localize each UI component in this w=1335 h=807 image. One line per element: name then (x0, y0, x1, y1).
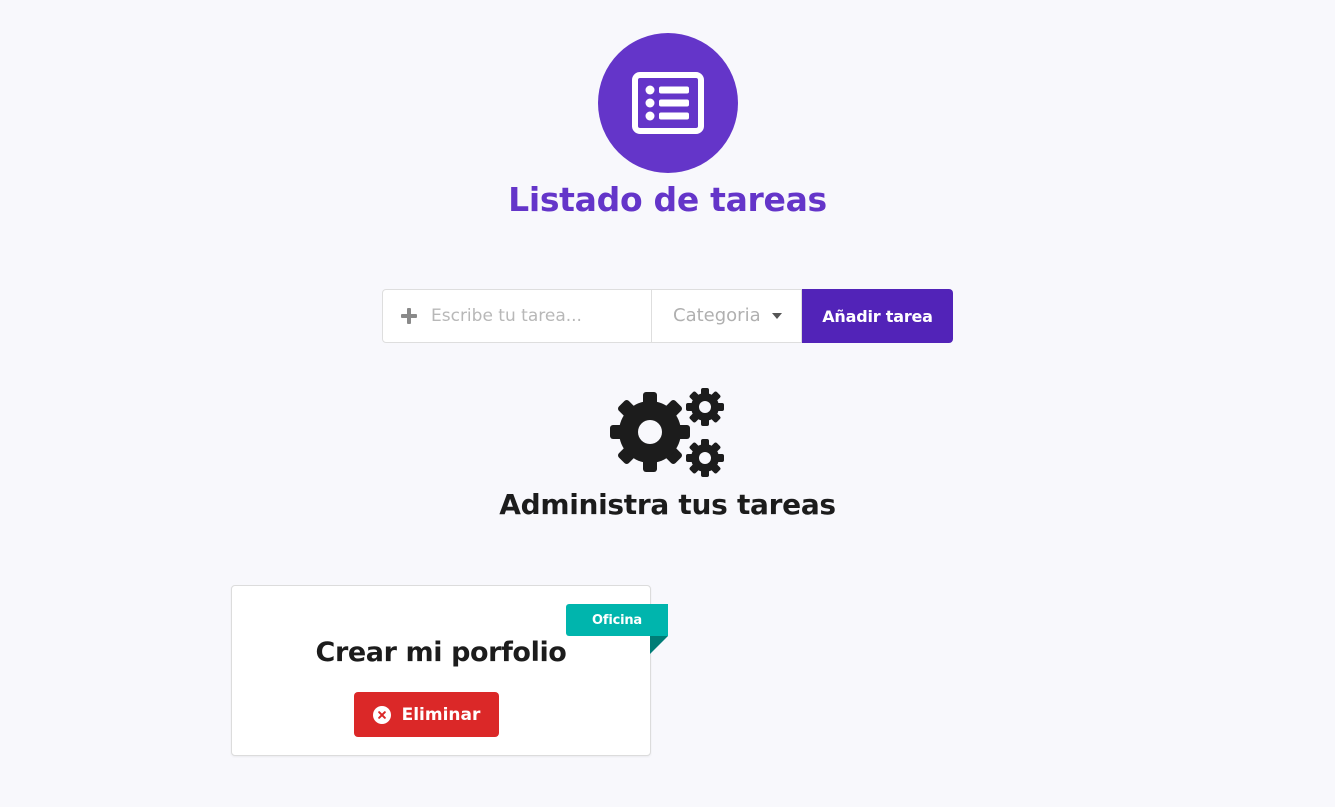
plus-icon (401, 308, 417, 324)
add-task-button[interactable]: Añadir tarea (802, 289, 953, 343)
delete-label: Eliminar (401, 704, 481, 725)
section-title: Administra tus tareas (499, 488, 836, 521)
times-circle-icon (372, 705, 391, 724)
ribbon-fold (650, 636, 668, 654)
cogs-icon (610, 388, 724, 477)
category-dropdown[interactable]: Categoria (652, 289, 802, 343)
add-task-form: Categoria Añadir tarea (382, 289, 953, 343)
page-title: Listado de tareas (508, 180, 827, 219)
list-alt-icon (632, 72, 704, 134)
task-title: Crear mi porfolio (315, 637, 567, 668)
task-input[interactable] (431, 290, 641, 342)
delete-task-button[interactable]: Eliminar (354, 692, 499, 737)
caret-down-icon (772, 313, 782, 319)
task-input-wrapper[interactable] (382, 289, 652, 343)
category-ribbon: Oficina (566, 604, 668, 636)
category-placeholder: Categoria (673, 305, 761, 326)
app-logo (598, 33, 738, 173)
